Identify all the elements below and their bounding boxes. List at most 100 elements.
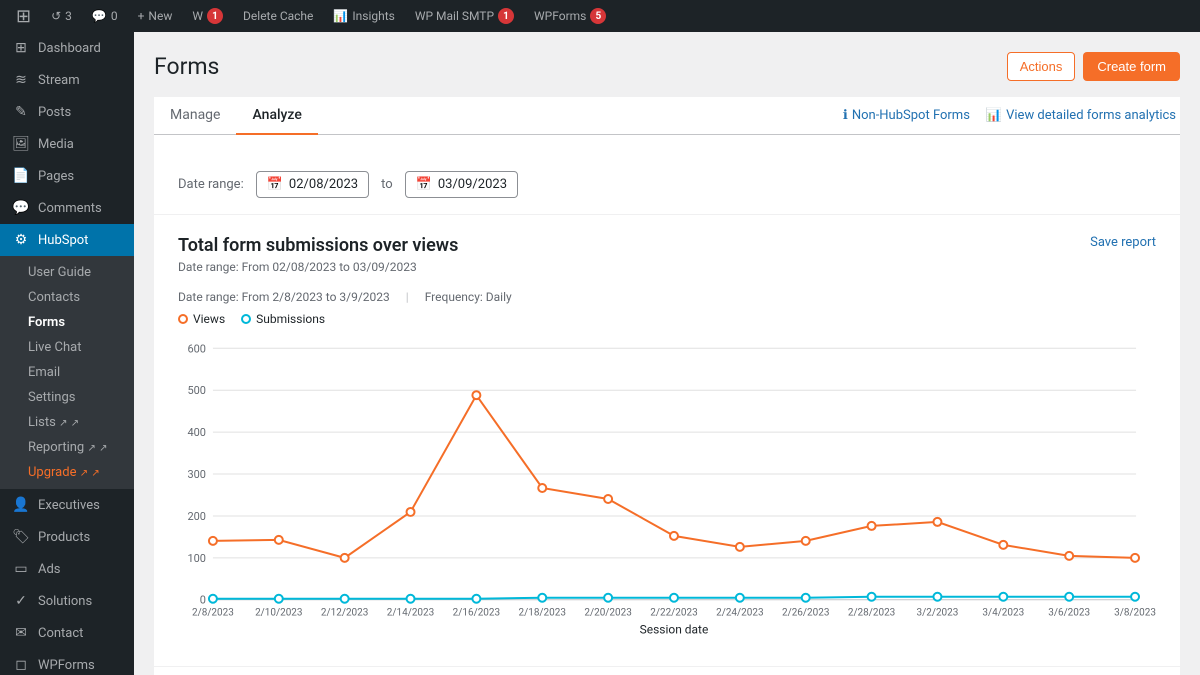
sidebar-item-stream[interactable]: ≋ Stream [0, 64, 134, 96]
sidebar-sub-email[interactable]: Email [0, 360, 134, 385]
new-item[interactable]: + New [130, 0, 181, 32]
info-icon: ℹ [843, 108, 848, 123]
svg-text:2/26/2023: 2/26/2023 [782, 608, 829, 619]
sidebar-item-wpforms[interactable]: ◻ WPForms [0, 649, 134, 675]
admin-bar: ⊞ ↺ 3 💬 0 + New W 1 Delete Cache 📊 Insig… [0, 0, 1200, 32]
sidebar-item-contact[interactable]: ✉ Contact [0, 617, 134, 649]
sidebar-sub-forms[interactable]: Forms [0, 310, 134, 335]
date-from-input[interactable]: 📅 02/08/2023 [256, 171, 369, 198]
svg-text:0: 0 [200, 594, 206, 607]
chart-container: 600 500 400 300 200 100 0 [178, 326, 1156, 646]
page-title: Forms [154, 53, 219, 80]
sidebar-item-solutions[interactable]: ✓ Solutions [0, 585, 134, 617]
chart-svg: 600 500 400 300 200 100 0 [178, 326, 1156, 646]
sidebar-item-pages[interactable]: 📄 Pages [0, 160, 134, 192]
date-to-value: 03/09/2023 [438, 177, 507, 192]
legend-submissions-label: Submissions [256, 312, 325, 326]
sidebar-item-posts[interactable]: ✎ Posts [0, 96, 134, 128]
new-label: New [148, 9, 172, 23]
chart-section: Total form submissions over views Date r… [154, 215, 1180, 666]
main-content: Forms Actions Create form Manage Analyze… [134, 32, 1200, 675]
wpforms-admin-item[interactable]: WPForms 5 [526, 0, 614, 32]
external-icon: ↗ [59, 418, 67, 429]
sidebar-label-media: Media [38, 137, 74, 152]
wp-badge-item[interactable]: W 1 [184, 0, 231, 32]
chart-meta: Date range: From 2/8/2023 to 3/9/2023 | … [178, 290, 1156, 304]
header-actions: Actions Create form [1007, 52, 1180, 81]
sidebar-label-wpforms: WPForms [38, 658, 95, 673]
sidebar-item-media[interactable]: 🖼 Media [0, 128, 134, 160]
svg-text:3/8/2023: 3/8/2023 [1114, 608, 1156, 619]
svg-text:400: 400 [187, 426, 206, 439]
create-form-button[interactable]: Create form [1083, 52, 1180, 81]
insights-item[interactable]: 📊 Insights [325, 0, 402, 32]
wp-mail-label: WP Mail SMTP [415, 9, 494, 23]
svg-text:100: 100 [187, 552, 206, 565]
views-dots [209, 391, 1139, 562]
hubspot-icon: ⚙ [12, 232, 30, 248]
chart-subtitle: Date range: From 02/08/2023 to 03/09/202… [178, 260, 458, 274]
sidebar-sub-user-guide[interactable]: User Guide [0, 260, 134, 285]
date-range-bar: Date range: 📅 02/08/2023 to 📅 03/09/2023 [154, 155, 1180, 215]
sidebar-sub-contacts[interactable]: Contacts [0, 285, 134, 310]
sidebar-sub-lists[interactable]: Lists ↗ [0, 410, 134, 435]
main-layout: ⊞ Dashboard ≋ Stream ✎ Posts 🖼 Media 📄 P… [0, 32, 1200, 675]
sidebar-label-pages: Pages [38, 169, 74, 184]
tab-analyze[interactable]: Analyze [236, 97, 317, 135]
detailed-analytics-link[interactable]: 📊 View detailed forms analytics [986, 108, 1176, 123]
external-icon-3: ↗ [80, 468, 88, 479]
comments-item[interactable]: 💬 0 [84, 0, 126, 32]
wpforms-icon: ◻ [12, 657, 30, 673]
sidebar-item-comments[interactable]: 💬 Comments [0, 192, 134, 224]
delete-cache-item[interactable]: Delete Cache [235, 0, 321, 32]
sidebar-sub-reporting[interactable]: Reporting ↗ [0, 435, 134, 460]
pages-icon: 📄 [12, 168, 30, 184]
wp-logo-item[interactable]: ⊞ [8, 0, 39, 32]
sidebar-label-stream: Stream [38, 73, 80, 88]
sidebar-sub-upgrade[interactable]: Upgrade ↗ [0, 460, 134, 485]
date-to-input[interactable]: 📅 03/09/2023 [405, 171, 518, 198]
tab-manage[interactable]: Manage [154, 97, 236, 135]
wpforms-admin-label: WPForms [534, 9, 586, 23]
save-report-link[interactable]: Save report [1090, 235, 1156, 250]
solutions-icon: ✓ [12, 593, 30, 609]
svg-text:2/8/2023: 2/8/2023 [192, 608, 234, 619]
sidebar-item-dashboard[interactable]: ⊞ Dashboard [0, 32, 134, 64]
updates-icon: ↺ [51, 9, 61, 23]
plus-icon: + [138, 9, 145, 23]
wp-logo-icon: ⊞ [16, 6, 31, 27]
legend-views: Views [178, 312, 225, 326]
tab-actions: ℹ Non-HubSpot Forms 📊 View detailed form… [843, 97, 1180, 134]
sidebar-label-comments: Comments [38, 201, 102, 216]
wp-mail-item[interactable]: WP Mail SMTP 1 [407, 0, 522, 32]
external-icon-2: ↗ [87, 443, 95, 454]
x-axis: 2/8/2023 2/10/2023 2/12/2023 2/14/2023 2… [192, 608, 1156, 619]
sidebar-item-hubspot[interactable]: ⚙ HubSpot [0, 224, 134, 256]
contact-icon: ✉ [12, 625, 30, 641]
sidebar-item-ads[interactable]: ▭ Ads [0, 553, 134, 585]
sidebar-item-products[interactable]: 🏷 Products [0, 521, 134, 553]
sidebar-label-posts: Posts [38, 105, 71, 120]
svg-text:300: 300 [187, 468, 206, 481]
svg-text:3/4/2023: 3/4/2023 [982, 608, 1024, 619]
wp-mail-badge: 1 [498, 8, 514, 24]
date-range-label: Date range: [178, 177, 244, 192]
sidebar-label-ads: Ads [38, 562, 61, 577]
sidebar-sub-settings[interactable]: Settings [0, 385, 134, 410]
hubspot-submenu: User Guide Contacts Forms Live Chat Emai… [0, 256, 134, 489]
dashboard-icon: ⊞ [12, 40, 30, 56]
sidebar-item-executives[interactable]: 👤 Executives [0, 489, 134, 521]
updates-item[interactable]: ↺ 3 [43, 0, 80, 32]
executives-icon: 👤 [12, 497, 30, 513]
svg-text:2/12/2023: 2/12/2023 [321, 608, 368, 619]
non-hubspot-forms-link[interactable]: ℹ Non-HubSpot Forms [843, 108, 970, 123]
svg-text:3/6/2023: 3/6/2023 [1048, 608, 1090, 619]
sidebar-sub-live-chat[interactable]: Live Chat [0, 335, 134, 360]
legend-submissions-dot [241, 314, 251, 324]
svg-text:2/18/2023: 2/18/2023 [519, 608, 566, 619]
svg-text:2/16/2023: 2/16/2023 [453, 608, 500, 619]
chart-meta-frequency: Frequency: Daily [425, 290, 512, 304]
calendar-from-icon: 📅 [267, 177, 283, 192]
sidebar: ⊞ Dashboard ≋ Stream ✎ Posts 🖼 Media 📄 P… [0, 32, 134, 675]
actions-button[interactable]: Actions [1007, 52, 1076, 81]
